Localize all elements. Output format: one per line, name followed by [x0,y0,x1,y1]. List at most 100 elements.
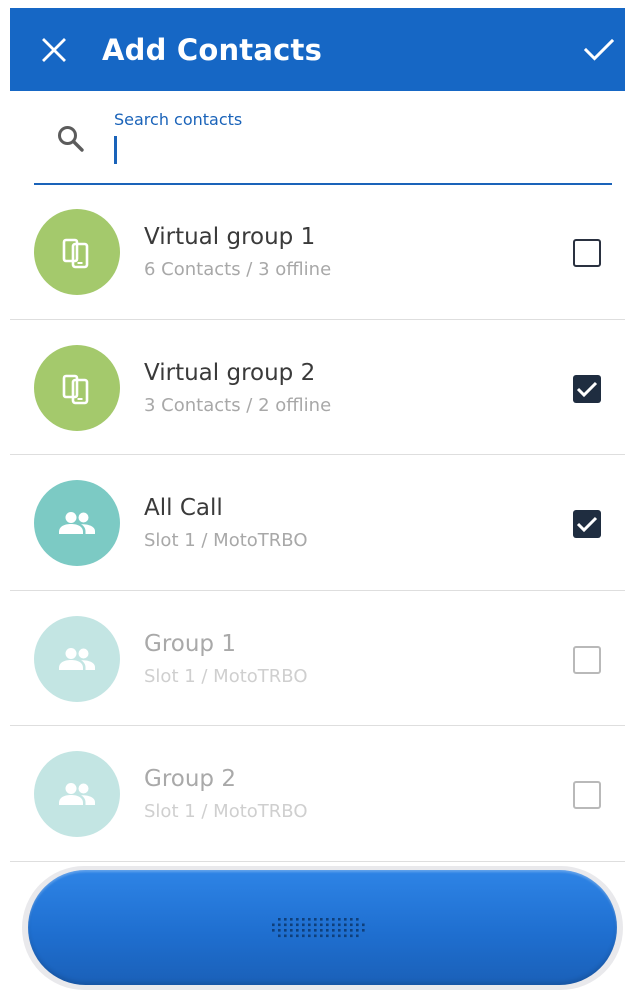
grille-dot [296,934,299,938]
contact-row[interactable]: All Call Slot 1 / MotoTRBO [10,455,625,591]
grille-dot [320,918,323,921]
grille-dot [278,923,281,927]
grille-dot [332,929,335,932]
contact-detail: Slot 1 / MotoTRBO [144,530,308,551]
grille-dot [290,923,293,927]
contact-checkbox[interactable] [573,781,601,809]
grille-dot [350,923,353,927]
contact-row[interactable]: Group 2 Slot 1 / MotoTRBO [10,726,625,862]
checkmark-icon [576,381,598,397]
grille-dot [314,918,317,921]
grille-dot [272,929,275,932]
app-bar: Add Contacts [10,8,625,91]
check-icon [584,38,614,61]
grille-dot [344,923,347,927]
grille-dot [344,934,347,938]
search-field: Search contacts [34,91,612,185]
grille-dot [350,929,353,932]
grille-dot [350,934,353,938]
grille-dot [362,929,365,932]
grille-dot [314,934,317,938]
checkmark-icon [576,516,598,533]
grille-dot [320,929,323,932]
grille-dot [356,934,359,938]
grille-dot [284,929,287,932]
contact-row[interactable]: Group 1 Slot 1 / MotoTRBO [10,591,625,726]
grille-dot [320,923,323,927]
grille-dot [296,923,299,927]
contact-checkbox[interactable] [573,645,601,674]
grille-dot [308,923,311,927]
contact-detail: Slot 1 / MotoTRBO [144,801,308,822]
grille-dot [338,934,341,938]
people-icon [59,512,95,534]
grille-dot [332,934,335,938]
contact-avatar [34,209,120,295]
contact-detail: 6 Contacts / 3 offline [144,259,332,280]
close-button[interactable] [32,28,76,72]
contact-list: Virtual group 16 Contacts / 3 offline Vir… [10,184,625,862]
contact-name: Virtual group 1 [144,224,316,250]
contact-row[interactable]: Virtual group 2 3 Contacts / 2 offline [10,320,625,455]
contact-checkbox[interactable] [573,239,601,267]
grille-dot [338,918,341,921]
grille-dot [290,929,293,932]
grille-dot [290,934,293,938]
grille-dot [362,923,365,927]
contact-avatar [34,751,120,837]
grille-dot [302,923,305,927]
grille-dot [356,929,359,932]
push-to-talk-button[interactable] [28,870,617,985]
people-icon [59,783,95,805]
text-cursor [114,136,117,164]
grille-dot [278,929,281,932]
grille-dot [326,929,329,932]
grille-dot [308,918,311,921]
contact-avatar [34,480,120,566]
page-title: Add Contacts [102,33,323,67]
phone-group-icon [62,374,89,404]
contact-avatar [34,344,120,431]
grille-dot [284,923,287,927]
search-input[interactable] [112,135,592,167]
grille-dot [338,923,341,927]
grille-dot [284,934,287,938]
contact-name: All Call [144,495,223,521]
grille-dot [344,918,347,921]
grille-dot [314,923,317,927]
grille-dot [302,929,305,932]
grille-dot [290,918,293,921]
contact-name: Virtual group 2 [144,359,316,386]
grille-dot [296,929,299,932]
speaker-grille-icon [272,918,365,938]
search-label: Search contacts [114,110,243,129]
grille-dot [302,918,305,921]
grille-dot [326,918,329,921]
contact-name: Group 1 [144,630,236,657]
grille-dot [344,929,347,932]
grille-dot [284,918,287,921]
grille-dot [314,929,317,932]
contact-checkbox[interactable] [573,374,601,403]
grille-dot [278,918,281,921]
add-contacts-screen: Add Contacts Search contacts Virtual gro… [10,8,625,994]
contact-name: Group 2 [144,766,236,792]
grille-dot [326,923,329,927]
search-icon [58,126,84,152]
grille-dot [308,929,311,932]
grille-dot [272,923,275,927]
grille-dot [302,934,305,938]
confirm-button[interactable] [577,28,621,72]
grille-dot [332,918,335,921]
contact-row[interactable]: Virtual group 1 6 Contacts / 3 offline [10,184,625,320]
contact-detail: Slot 1 / MotoTRBO [144,665,308,687]
grille-dot [332,923,335,927]
grille-dot [308,934,311,938]
grille-dot [356,918,359,921]
people-icon [59,647,95,670]
contact-detail: 3 Contacts / 2 offline [144,394,332,416]
grille-dot [350,918,353,921]
contact-checkbox[interactable] [573,510,601,538]
contact-avatar [34,615,120,702]
grille-dot [320,934,323,938]
